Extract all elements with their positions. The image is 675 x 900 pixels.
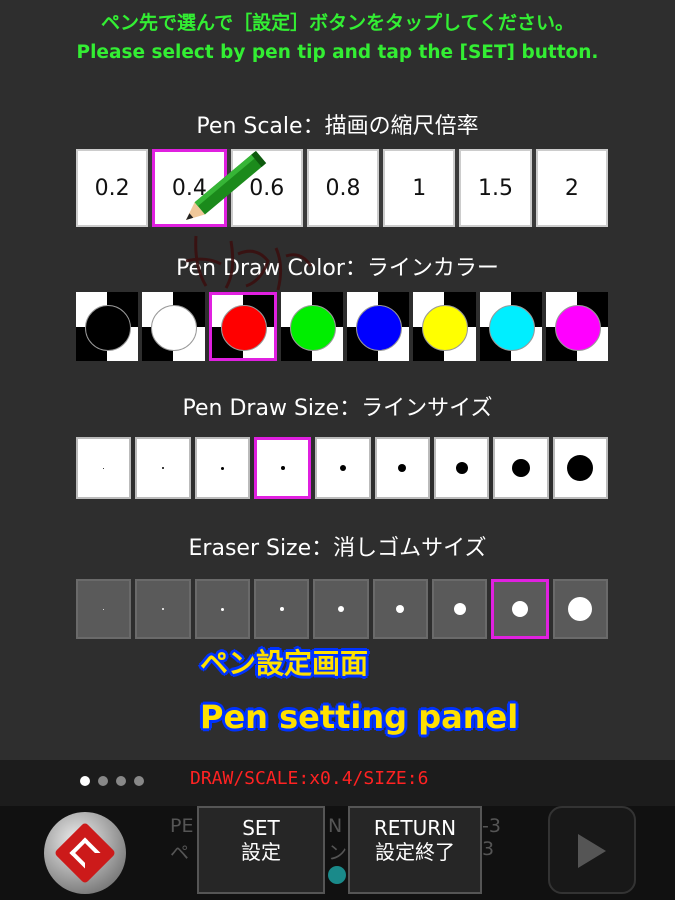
page-dot — [98, 776, 108, 786]
size-dot-icon — [280, 466, 285, 470]
pen-color-option[interactable] — [208, 292, 277, 361]
page-dot — [134, 776, 144, 786]
eraser-size-option[interactable] — [194, 579, 250, 639]
pen-size-title: Pen Draw Size：ラインサイズ — [182, 396, 493, 421]
pen-color-option[interactable] — [76, 292, 139, 361]
size-dot-icon — [220, 607, 224, 611]
set-button-label-en: SET — [242, 816, 280, 840]
eraser-size-option[interactable] — [491, 579, 549, 639]
size-dot-icon — [455, 462, 468, 474]
pen-scale-option[interactable]: 1.5 — [459, 149, 532, 227]
pen-color-option[interactable] — [413, 292, 476, 361]
eraser-size-option[interactable] — [552, 579, 608, 639]
background-label: ン — [328, 842, 348, 864]
caption-jp: ペン設定画面 — [200, 647, 369, 680]
size-dot-icon — [511, 459, 530, 477]
pen-scale-option[interactable]: 2 — [535, 149, 608, 227]
pen-size-option[interactable] — [315, 437, 371, 499]
return-button-label-jp: 設定終了 — [375, 840, 455, 864]
next-button[interactable] — [548, 806, 636, 894]
play-arrow-icon — [578, 834, 606, 868]
eraser-size-option[interactable] — [76, 579, 132, 639]
pen-color-option[interactable] — [479, 292, 542, 361]
pen-color-options — [76, 292, 608, 361]
pen-color-option[interactable] — [142, 292, 205, 361]
size-dot-icon — [396, 605, 405, 613]
pen-color-option[interactable] — [280, 292, 343, 361]
size-dot-icon — [453, 603, 466, 615]
instruction-en: Please select by pen tip and tap the [SE… — [76, 42, 599, 63]
color-swatch-icon — [422, 304, 469, 351]
background-label: 3 — [482, 838, 495, 860]
indicator-dot — [328, 866, 346, 884]
pen-scale-title: Pen Scale：描画の縮尺倍率 — [196, 114, 479, 139]
size-dot-icon — [279, 607, 284, 611]
size-dot-icon — [103, 467, 105, 469]
color-swatch-icon — [488, 304, 535, 351]
size-dot-icon — [161, 467, 164, 469]
color-swatch-icon — [356, 304, 403, 351]
page-dot — [116, 776, 126, 786]
size-dot-icon — [567, 455, 594, 481]
status-text: DRAW/SCALE:x0.4/SIZE:6 — [190, 768, 429, 789]
app-logo-icon[interactable] — [44, 812, 126, 894]
pen-size-option[interactable] — [135, 437, 191, 499]
size-dot-icon — [398, 464, 407, 472]
background-label: N — [328, 815, 343, 837]
eraser-size-option[interactable] — [431, 579, 488, 639]
size-dot-icon — [339, 465, 346, 471]
color-swatch-icon — [85, 304, 132, 351]
eraser-size-option[interactable] — [253, 579, 310, 639]
size-dot-icon — [511, 601, 528, 617]
pen-size-options — [76, 437, 608, 499]
color-swatch-icon — [554, 304, 601, 351]
pen-icon — [186, 150, 267, 220]
eraser-size-option[interactable] — [372, 579, 428, 639]
pen-scale-option[interactable]: 0.8 — [306, 149, 380, 227]
background-label: -3 — [482, 815, 501, 837]
size-dot-icon — [568, 597, 593, 621]
eraser-size-title: Eraser Size：消しゴムサイズ — [188, 536, 487, 561]
pen-scale-option[interactable]: 0.2 — [76, 149, 149, 227]
color-swatch-icon — [151, 304, 198, 351]
return-button-label-en: RETURN — [373, 816, 457, 840]
pen-size-option[interactable] — [433, 437, 490, 499]
pen-size-option[interactable] — [493, 437, 549, 499]
pen-size-option[interactable] — [253, 437, 312, 499]
pen-size-option[interactable] — [76, 437, 132, 499]
pen-color-title: Pen Draw Color：ラインカラー — [176, 256, 499, 281]
pen-color-option[interactable] — [545, 292, 608, 361]
color-swatch-icon — [289, 304, 336, 351]
size-dot-icon — [220, 466, 224, 470]
pen-scale-option[interactable]: 1 — [383, 149, 456, 227]
background-label: ペ — [170, 842, 190, 864]
caption-en: Pen setting panel — [200, 698, 519, 736]
pen-size-option[interactable] — [194, 437, 250, 499]
instruction-jp: ペン先で選んで［設定］ボタンをタップしてください。 — [101, 12, 574, 34]
size-dot-icon — [161, 608, 164, 610]
background-label: PE — [170, 815, 194, 837]
return-button[interactable]: RETURN 設定終了 — [348, 806, 482, 894]
set-button[interactable]: SET 設定 — [197, 806, 325, 894]
size-dot-icon — [337, 606, 344, 612]
eraser-size-option[interactable] — [313, 579, 369, 639]
pen-color-option[interactable] — [347, 292, 410, 361]
eraser-size-option[interactable] — [135, 579, 191, 639]
set-button-label-jp: 設定 — [241, 840, 281, 864]
size-dot-icon — [103, 608, 105, 610]
color-swatch-icon — [220, 304, 267, 351]
pen-size-option[interactable] — [374, 437, 430, 499]
eraser-size-options — [76, 579, 608, 639]
page-dot — [80, 776, 90, 786]
pen-scale-options: 0.2 0.4 0.6 0.8 1 1.5 2 — [76, 149, 608, 227]
pen-size-option[interactable] — [552, 437, 608, 499]
red-scribble — [185, 235, 313, 291]
